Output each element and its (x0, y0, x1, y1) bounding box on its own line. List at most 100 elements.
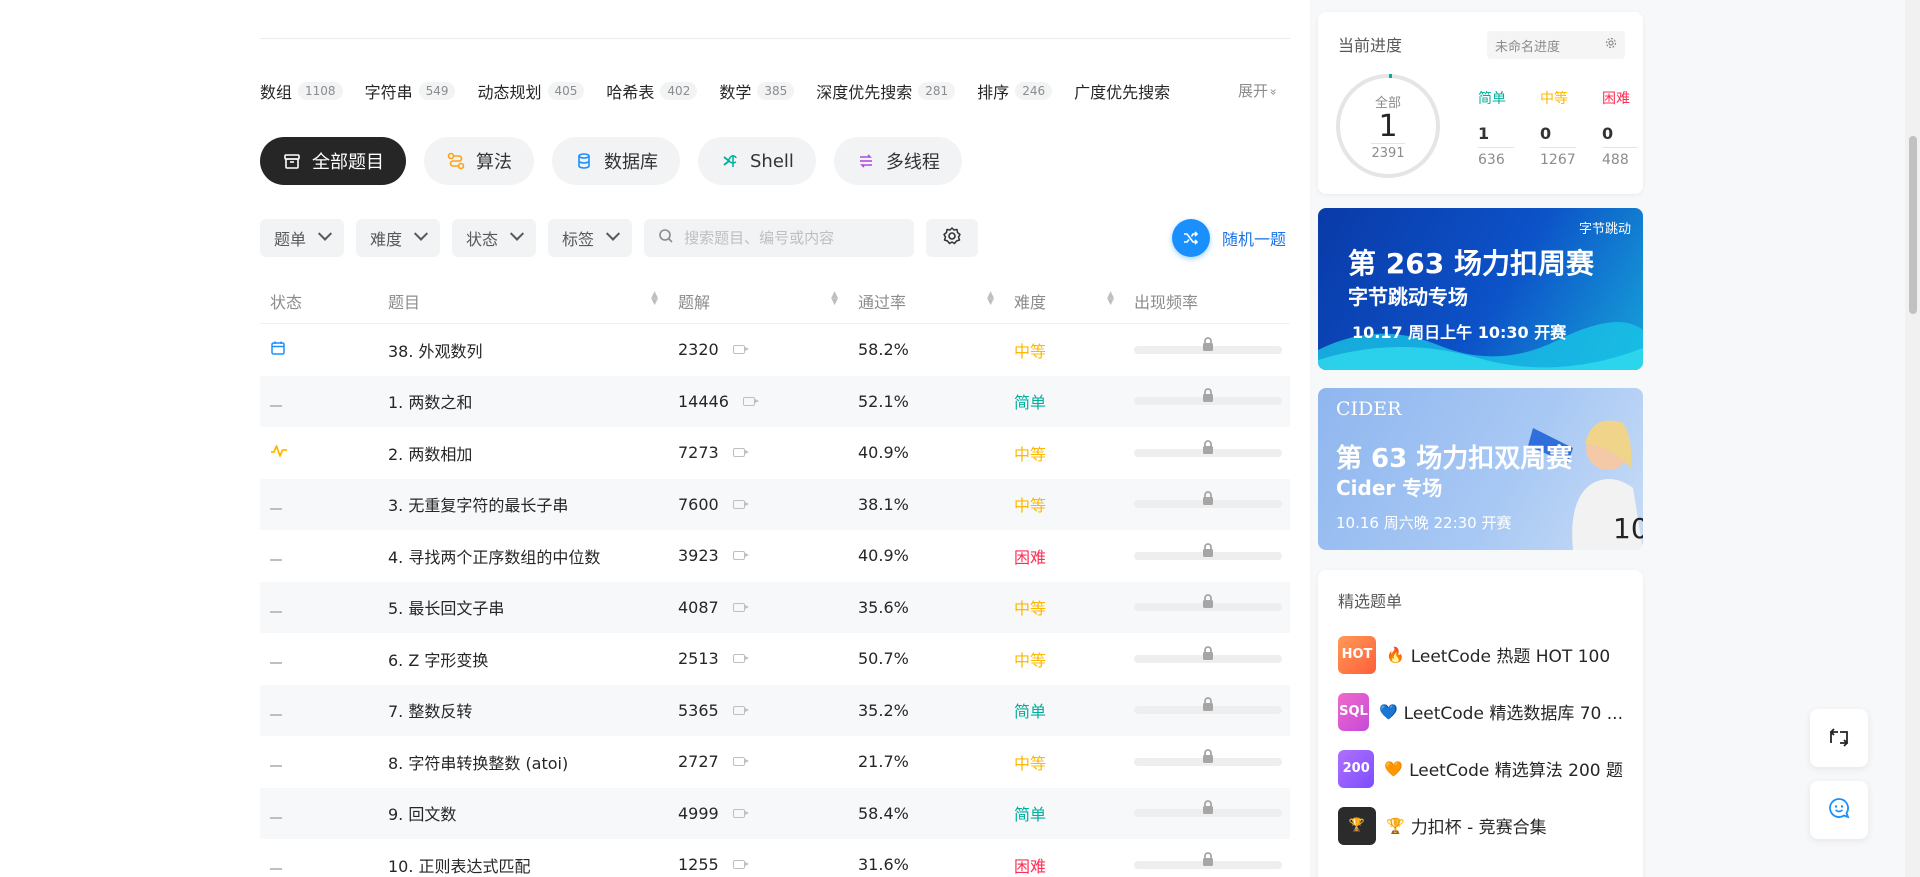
problem-title-link[interactable]: 2. 两数相加 (378, 441, 668, 465)
stat-label: 中等 (1540, 91, 1568, 107)
not-started-icon (270, 392, 282, 411)
biweekly-contest-banner[interactable]: 10 CIDER 第 63 场力扣双周赛 Cider 专场 10.16 周六晚 … (1318, 388, 1643, 550)
video-icon[interactable] (732, 345, 749, 355)
tab-database[interactable]: 数据库 (552, 137, 680, 185)
video-icon[interactable] (732, 602, 749, 612)
settings-button[interactable] (926, 219, 979, 257)
solutions-cell: 2727 (668, 752, 848, 771)
tag-dp[interactable]: 动态规划 405 (477, 79, 585, 103)
gear-icon[interactable] (1605, 37, 1617, 53)
ring-label: 全部 (1374, 95, 1401, 111)
progress-ring: 全部 1 2391 (1336, 74, 1440, 178)
weekly-contest-banner[interactable]: 字节跳动 第 263 场力扣周赛 字节跳动专场 10.17 周日上午 10:30… (1318, 208, 1643, 370)
lock-icon[interactable] (1200, 387, 1216, 403)
progress-select[interactable]: 未命名进度 (1487, 31, 1625, 59)
video-icon[interactable] (732, 551, 749, 561)
col-label: 题目 (388, 292, 421, 312)
lock-icon[interactable] (1200, 542, 1216, 558)
frequency-bar (1134, 748, 1282, 766)
table-row[interactable]: 4. 寻找两个正序数组的中位数 3923 40.9% 困难 (260, 530, 1290, 582)
video-icon[interactable] (732, 808, 749, 818)
problem-title-link[interactable]: 5. 最长回文子串 (378, 595, 668, 619)
col-title[interactable]: 题目 ▲ ▼ (378, 289, 668, 313)
difficulty-filter-dropdown[interactable]: 难度 (356, 219, 441, 257)
lock-icon[interactable] (1200, 490, 1216, 506)
problem-title-link[interactable]: 9. 回文数 (378, 801, 668, 825)
tag-sort[interactable]: 排序 246 (977, 79, 1053, 103)
video-icon[interactable] (732, 860, 749, 870)
col-difficulty[interactable]: 难度 ▲ ▼ (1004, 289, 1124, 313)
frequency-cell (1124, 851, 1290, 869)
lock-icon[interactable] (1200, 748, 1216, 764)
scrollbar-track[interactable] (1905, 0, 1920, 877)
tag-string[interactable]: 字符串 549 (365, 79, 456, 103)
list-item-sql70[interactable]: SQL 💙 LeetCode 精选数据库 70 ... (1338, 683, 1623, 740)
video-icon[interactable] (732, 757, 749, 767)
tab-concurrency[interactable]: 多线程 (833, 137, 962, 185)
tab-all-problems[interactable]: 全部题目 (260, 137, 406, 185)
tag-array[interactable]: 数组 1108 (260, 79, 343, 103)
table-row[interactable]: 10. 正则表达式匹配 1255 31.6% 困难 (260, 839, 1290, 877)
problem-title-link[interactable]: 10. 正则表达式匹配 (378, 853, 668, 877)
problem-title-link[interactable]: 7. 整数反转 (378, 698, 668, 722)
expand-tags-button[interactable]: 展开 (1238, 80, 1277, 101)
status-cell (260, 495, 378, 514)
tag-dfs[interactable]: 深度优先搜索 281 (816, 79, 956, 103)
tag-filter-dropdown[interactable]: 标签 (548, 219, 633, 257)
lock-icon[interactable] (1200, 336, 1216, 352)
video-icon[interactable] (732, 499, 749, 509)
problem-title-link[interactable]: 8. 字符串转换整数 (atoi) (378, 750, 668, 774)
tag-hash[interactable]: 哈希表 402 (606, 79, 698, 103)
lock-icon[interactable] (1200, 851, 1216, 867)
tag-math[interactable]: 数学 385 (719, 79, 795, 103)
list-item-hot100[interactable]: HOT 🔥 LeetCode 热题 HOT 100 (1338, 626, 1623, 683)
table-row[interactable]: 38. 外观数列 2320 58.2% 中等 (260, 324, 1290, 376)
problem-title-link[interactable]: 38. 外观数列 (378, 338, 668, 362)
list-item-lccup[interactable]: 🏆 🏆 力扣杯 - 竞赛合集 (1338, 797, 1623, 854)
col-acceptance[interactable]: 通过率 ▲ ▼ (848, 289, 1004, 313)
lock-icon[interactable] (1200, 799, 1216, 815)
not-started-icon (270, 649, 282, 668)
list-filter-dropdown[interactable]: 题单 (260, 219, 345, 257)
feedback-button[interactable] (1810, 781, 1868, 839)
table-row[interactable]: 9. 回文数 4999 58.4% 简单 (260, 787, 1290, 839)
difficulty-stats: 简单 1 636 中等 0 1267 困难 0 488 (1478, 88, 1664, 168)
video-icon[interactable] (732, 705, 749, 715)
table-row[interactable]: 1. 两数之和 14446 52.1% 简单 (260, 375, 1290, 427)
table-row[interactable]: 7. 整数反转 5365 35.2% 简单 (260, 684, 1290, 736)
video-icon[interactable] (742, 396, 759, 406)
tab-shell[interactable]: Shell (698, 137, 816, 185)
problem-title-link[interactable]: 3. 无重复字符的最长子串 (378, 492, 668, 516)
lock-icon[interactable] (1200, 645, 1216, 661)
col-solutions[interactable]: 题解 ▲ ▼ (668, 289, 848, 313)
lock-icon[interactable] (1200, 439, 1216, 455)
problem-title-link[interactable]: 6. Z 字形变换 (378, 647, 668, 671)
sort-icon: ▲ ▼ (987, 289, 994, 307)
table-row[interactable]: 6. Z 字形变换 2513 50.7% 中等 (260, 633, 1290, 685)
random-problem-button[interactable]: 随机一题 (1172, 219, 1286, 257)
problem-title-link[interactable]: 4. 寻找两个正序数组的中位数 (378, 544, 668, 568)
lock-icon[interactable] (1200, 696, 1216, 712)
stat-total: 488 (1602, 152, 1629, 168)
switch-version-button[interactable] (1810, 709, 1868, 767)
col-label: 难度 (1014, 292, 1047, 312)
scrollbar-thumb[interactable] (1909, 136, 1917, 314)
table-row[interactable]: 2. 两数相加 7273 40.9% 中等 (260, 427, 1290, 479)
search-input[interactable] (684, 229, 901, 247)
video-icon[interactable] (732, 448, 749, 458)
tag-bfs[interactable]: 广度优先搜索 (1074, 79, 1170, 103)
list-item-algo200[interactable]: 200 🧡 LeetCode 精选算法 200 题 (1338, 740, 1623, 797)
problem-title-link[interactable]: 1. 两数之和 (378, 389, 668, 413)
shuffle-icon (1172, 219, 1210, 257)
frequency-cell (1124, 336, 1290, 354)
tab-algorithms[interactable]: 算法 (424, 137, 534, 185)
lock-icon[interactable] (1200, 593, 1216, 609)
table-row[interactable]: 3. 无重复字符的最长子串 7600 38.1% 中等 (260, 478, 1290, 530)
status-cell (260, 649, 378, 668)
video-icon[interactable] (732, 654, 749, 664)
table-row[interactable]: 5. 最长回文子串 4087 35.6% 中等 (260, 581, 1290, 633)
table-row[interactable]: 8. 字符串转换整数 (atoi) 2727 21.7% 中等 (260, 736, 1290, 788)
banner-title: 第 63 场力扣双周赛 (1336, 444, 1573, 474)
status-filter-dropdown[interactable]: 状态 (452, 219, 537, 257)
frequency-bar (1134, 800, 1282, 818)
